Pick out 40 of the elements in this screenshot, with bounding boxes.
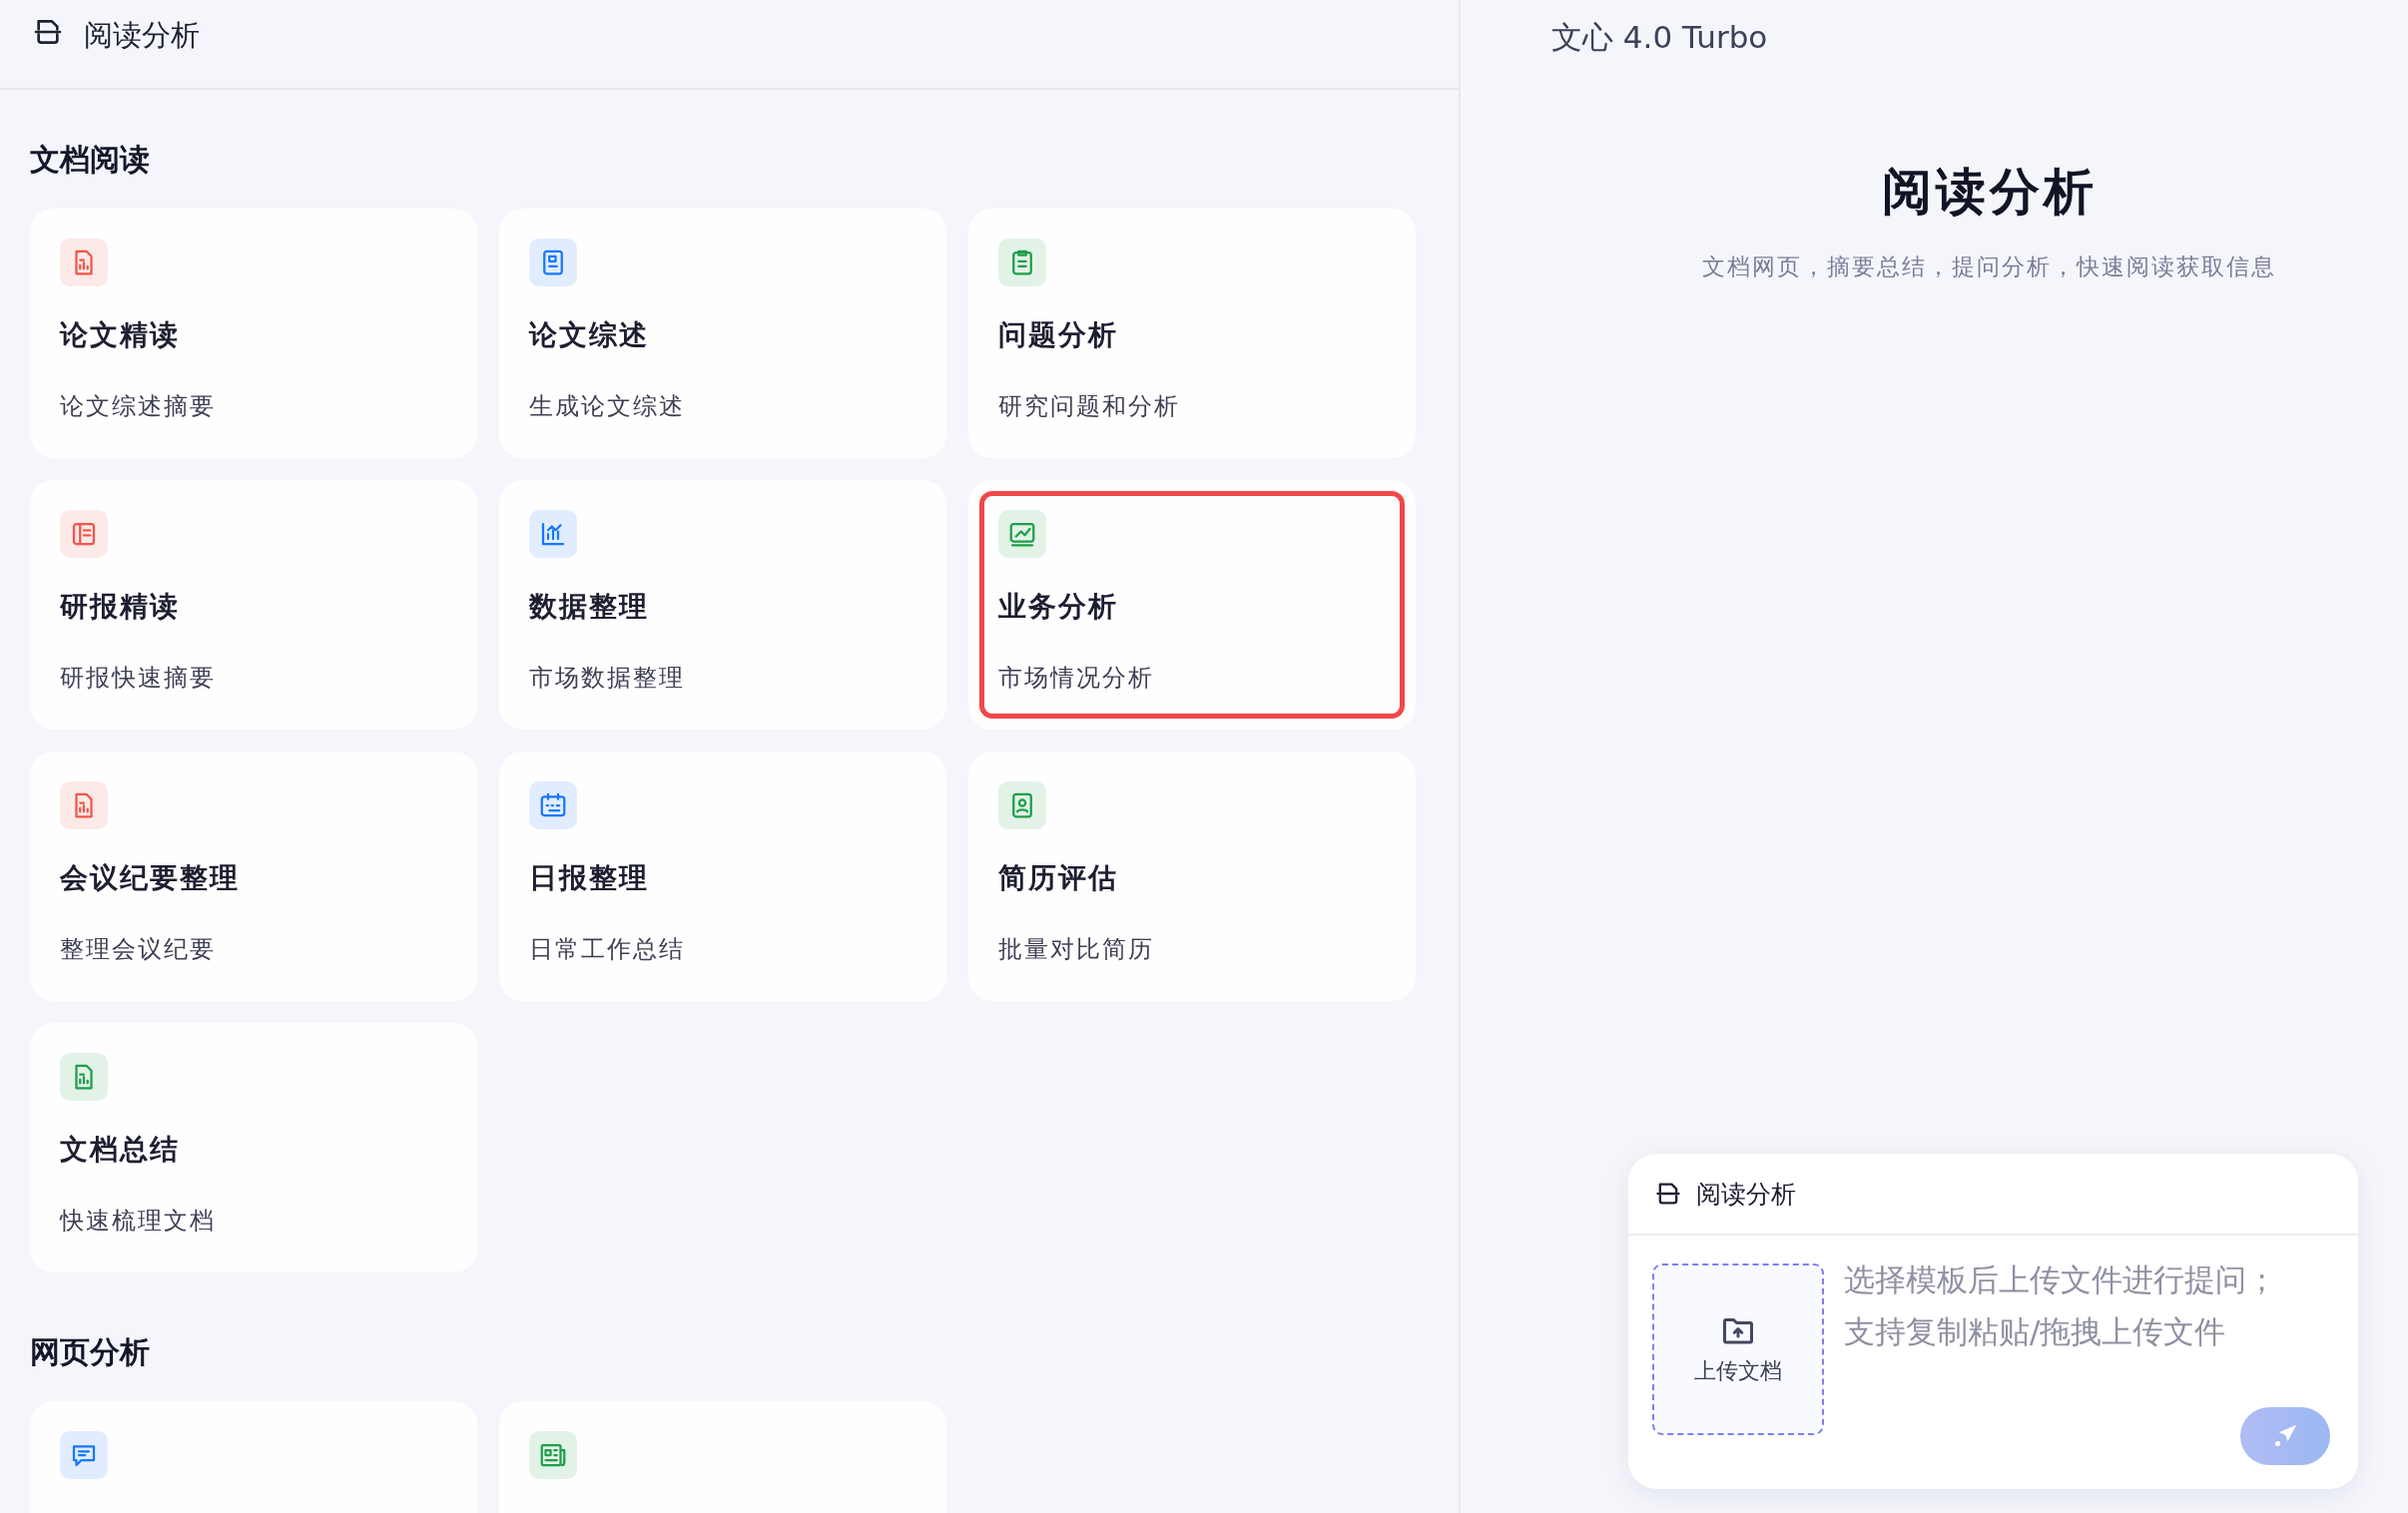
card-title: 会议纪要整理: [60, 860, 241, 896]
card-title: 论文精读: [60, 317, 181, 353]
card-title: 业务分析: [998, 589, 1119, 625]
upload-button[interactable]: 上传文档: [1652, 1263, 1824, 1435]
template-card[interactable]: 业务分析 市场情况分析: [968, 480, 1416, 730]
card-title: 文档总结: [60, 1132, 181, 1168]
send-button[interactable]: [2240, 1407, 2330, 1465]
template-card[interactable]: 日报整理 日常工作总结: [499, 752, 946, 1001]
card-description: 研究问题和分析: [998, 391, 1181, 422]
card-description: 批量对比简历: [998, 934, 1155, 965]
intro-subtitle: 文档网页，摘要总结，提问分析，快速阅读获取信息: [1702, 252, 2276, 281]
section-title: 网页分析: [30, 1333, 151, 1371]
intro-title: 阅读分析: [1881, 162, 2098, 223]
template-card[interactable]: 论文综述 生成论文综述: [499, 209, 946, 458]
card-description: 论文综述摘要: [60, 391, 217, 422]
card-title: 问题分析: [998, 317, 1119, 353]
template-card[interactable]: 文档总结 快速梳理文档: [30, 1023, 477, 1272]
card-title: 简历评估: [998, 860, 1119, 896]
card-description: 生成论文综述: [529, 391, 686, 422]
card-description: 整理会议纪要: [60, 934, 217, 965]
section-title: 文档阅读: [30, 141, 151, 179]
template-card[interactable]: 数据整理 市场数据整理: [499, 480, 946, 730]
model-name[interactable]: 文心 4.0 Turbo: [1551, 17, 1768, 59]
question-input[interactable]: 选择模板后上传文件进行提问；支持复制粘贴/拖拽上传文件: [1844, 1254, 2283, 1373]
card-description: 研报快速摘要: [60, 663, 217, 694]
template-card[interactable]: 问题分析 研究问题和分析: [968, 209, 1416, 458]
template-card[interactable]: 研报精读 研报快速摘要: [30, 480, 477, 730]
card-description: 市场数据整理: [529, 663, 686, 694]
card-title: 研报精读: [60, 589, 181, 625]
card-description: 日常工作总结: [529, 934, 686, 965]
template-card[interactable]: 简历评估 批量对比简历: [968, 752, 1416, 1001]
card-title: 日报整理: [529, 860, 650, 896]
card-title: 数据整理: [529, 589, 650, 625]
card-title: 论文综述: [529, 317, 650, 353]
template-label: 阅读分析: [1696, 1178, 1796, 1211]
card-description: 快速梳理文档: [60, 1206, 217, 1237]
template-card[interactable]: 会议纪要整理 整理会议纪要: [30, 752, 477, 1001]
card-description: 市场情况分析: [998, 663, 1155, 694]
page-title: 阅读分析: [84, 17, 200, 54]
template-card[interactable]: 论文精读 论文综述摘要: [30, 209, 477, 458]
